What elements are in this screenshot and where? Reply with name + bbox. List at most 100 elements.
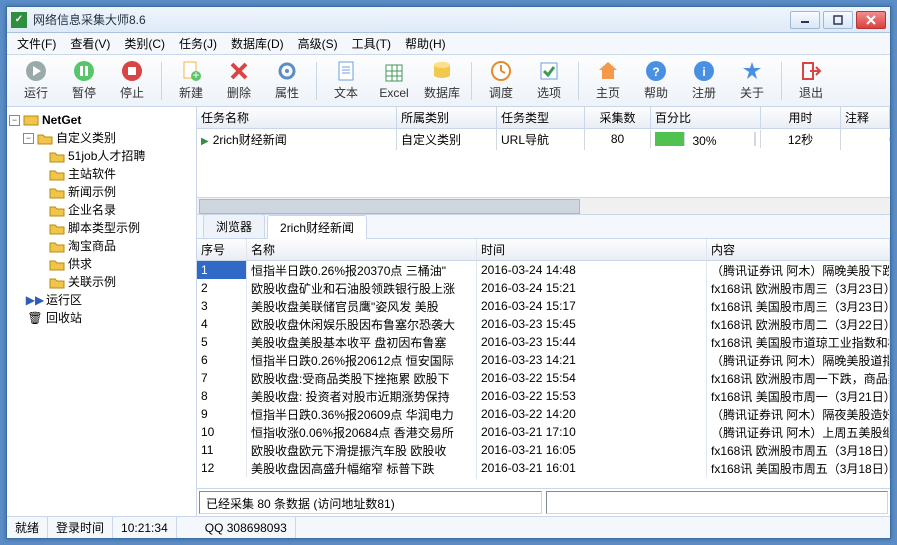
data-grid: 序号名称时间内容 1恒指半日跌0.26%报20370点 三桶油"2016-03-…	[197, 239, 890, 488]
stop-button[interactable]: 停止	[109, 58, 155, 104]
data-row[interactable]: 9恒指半日跌0.36%报20609点 华润电力2016-03-22 14:20（…	[197, 405, 890, 423]
pause-button[interactable]: 暂停	[61, 58, 107, 104]
data-row[interactable]: 1恒指半日跌0.26%报20370点 三桶油"2016-03-24 14:48（…	[197, 261, 890, 279]
statusbar: 就绪 登录时间 10:21:34 QQ 308698093	[7, 516, 890, 538]
menu-item[interactable]: 文件(F)	[11, 33, 62, 54]
folder-icon	[49, 239, 65, 253]
db-button[interactable]: 数据库	[419, 58, 465, 104]
tree-item[interactable]: 淘宝商品	[9, 237, 194, 255]
menu-item[interactable]: 查看(V)	[64, 33, 116, 54]
menubar: 文件(F)查看(V)类别(C)任务(J)数据库(D)高级(S)工具(T)帮助(H…	[7, 33, 890, 55]
tab[interactable]: 浏览器	[203, 214, 265, 238]
task-row[interactable]: ▶2rich财经新闻 自定义类别 URL导航 80 30% 12秒	[197, 129, 890, 149]
maximize-button[interactable]	[823, 11, 853, 29]
folder-icon	[49, 185, 65, 199]
menu-item[interactable]: 帮助(H)	[399, 33, 452, 54]
check-icon	[538, 60, 560, 82]
grid-col-header[interactable]: 内容	[707, 239, 890, 260]
status-login-label: 登录时间	[48, 517, 113, 538]
play-icon	[25, 60, 47, 82]
menu-item[interactable]: 任务(J)	[173, 33, 223, 54]
pause-icon	[73, 60, 95, 82]
data-row[interactable]: 7欧股收盘:受商品类股下挫拖累 欧股下2016-03-22 15:54fx168…	[197, 369, 890, 387]
x-icon	[228, 60, 250, 82]
folder-icon	[49, 221, 65, 235]
menu-item[interactable]: 类别(C)	[118, 33, 171, 54]
tree-run-area[interactable]: ▶▶运行区	[9, 291, 194, 309]
folder-icon	[49, 257, 65, 271]
home-button[interactable]: 主页	[585, 58, 631, 104]
tab[interactable]: 2rich财经新闻	[267, 215, 367, 239]
task-hscroll[interactable]	[197, 197, 890, 214]
help-button[interactable]: ?帮助	[633, 58, 679, 104]
exit-icon	[800, 60, 822, 82]
svg-text:i: i	[702, 65, 705, 79]
task-col-header[interactable]: 采集数	[585, 107, 651, 128]
tree-custom-category[interactable]: −自定义类别	[9, 129, 194, 147]
about-button[interactable]: 关于	[729, 58, 775, 104]
task-col-header[interactable]: 任务名称	[197, 107, 397, 128]
folder-icon	[49, 275, 65, 289]
clock-icon	[490, 60, 512, 82]
reg-button[interactable]: i注册	[681, 58, 727, 104]
tree-item[interactable]: 主站软件	[9, 165, 194, 183]
home-icon	[597, 60, 619, 82]
sched-button[interactable]: 调度	[478, 58, 524, 104]
window-title: 网络信息采集大师8.6	[33, 11, 790, 28]
data-row[interactable]: 12美股收盘因高盛升幅缩窄 标普下跌2016-03-21 16:01fx168讯…	[197, 459, 890, 477]
tree-item[interactable]: 新闻示例	[9, 183, 194, 201]
data-row[interactable]: 6恒指半日跌0.26%报20612点 恒安国际2016-03-23 14:21（…	[197, 351, 890, 369]
tree-item[interactable]: 51job人才招聘	[9, 147, 194, 165]
tree-item[interactable]: 供求	[9, 255, 194, 273]
tree-item[interactable]: 关联示例	[9, 273, 194, 291]
xls-icon	[383, 62, 405, 84]
gear-icon	[276, 60, 298, 82]
status-qq: QQ 308698093	[197, 517, 296, 538]
task-col-header[interactable]: 注释	[841, 107, 890, 128]
tree-panel: −NetGet −自定义类别 51job人才招聘主站软件新闻示例企业名录脚本类型…	[7, 107, 197, 516]
db-icon	[431, 60, 453, 82]
tree-recycle[interactable]: 🗑回收站	[9, 309, 194, 327]
data-row[interactable]: 5美股收盘美股基本收平 盘初因布鲁塞2016-03-23 15:44fx168讯…	[197, 333, 890, 351]
delete-button[interactable]: 删除	[216, 58, 262, 104]
status-login-time: 10:21:34	[113, 517, 177, 538]
menu-item[interactable]: 数据库(D)	[225, 33, 290, 54]
prop-button[interactable]: 属性	[264, 58, 310, 104]
tree-root[interactable]: −NetGet	[9, 111, 194, 129]
grid-col-header[interactable]: 序号	[197, 239, 247, 260]
grid-col-header[interactable]: 名称	[247, 239, 477, 260]
text-button[interactable]: 文本	[323, 58, 369, 104]
new-button[interactable]: +新建	[168, 58, 214, 104]
grid-col-header[interactable]: 时间	[477, 239, 707, 260]
data-row[interactable]: 8美股收盘: 投资者对股市近期涨势保持2016-03-22 15:53fx168…	[197, 387, 890, 405]
toolbar: 运行暂停停止 +新建删除属性文本Excel数据库调度选项主页?帮助i注册关于退出	[7, 55, 890, 107]
opt-button[interactable]: 选项	[526, 58, 572, 104]
q-icon: ?	[645, 60, 667, 82]
task-col-header[interactable]: 百分比	[651, 107, 761, 128]
excel-button[interactable]: Excel	[371, 58, 417, 104]
data-row[interactable]: 2欧股收盘矿业和石油股领跌银行股上涨2016-03-24 15:21fx168讯…	[197, 279, 890, 297]
task-col-header[interactable]: 任务类型	[497, 107, 585, 128]
doc-icon	[335, 60, 357, 82]
data-row[interactable]: 3美股收盘美联储官员鹰"姿风发 美股2016-03-24 15:17fx168讯…	[197, 297, 890, 315]
status-ready: 就绪	[7, 517, 48, 538]
exit-button[interactable]: 退出	[788, 58, 834, 104]
data-row[interactable]: 4欧股收盘休闲娱乐股因布鲁塞尔恐袭大2016-03-23 15:45fx168讯…	[197, 315, 890, 333]
app-window: ✓ 网络信息采集大师8.6 文件(F)查看(V)类别(C)任务(J)数据库(D)…	[6, 6, 891, 539]
svg-text:?: ?	[652, 65, 659, 79]
data-grid-body[interactable]: 1恒指半日跌0.26%报20370点 三桶油"2016-03-24 14:48（…	[197, 261, 890, 488]
data-row[interactable]: 11欧股收盘欧元下滑提振汽车股 欧股收2016-03-21 16:05fx168…	[197, 441, 890, 459]
menu-item[interactable]: 高级(S)	[292, 33, 344, 54]
tree-item[interactable]: 企业名录	[9, 201, 194, 219]
task-grid: 任务名称所属类别任务类型采集数百分比用时注释 ▶2rich财经新闻 自定义类别 …	[197, 107, 890, 215]
tree-item[interactable]: 脚本类型示例	[9, 219, 194, 237]
task-col-header[interactable]: 用时	[761, 107, 841, 128]
close-button[interactable]	[856, 11, 886, 29]
folder-icon	[49, 149, 65, 163]
data-row[interactable]: 10恒指收涨0.06%报20684点 香港交易所2016-03-21 17:10…	[197, 423, 890, 441]
menu-item[interactable]: 工具(T)	[346, 33, 397, 54]
run-button[interactable]: 运行	[13, 58, 59, 104]
task-col-header[interactable]: 所属类别	[397, 107, 497, 128]
folder-icon	[49, 167, 65, 181]
minimize-button[interactable]	[790, 11, 820, 29]
